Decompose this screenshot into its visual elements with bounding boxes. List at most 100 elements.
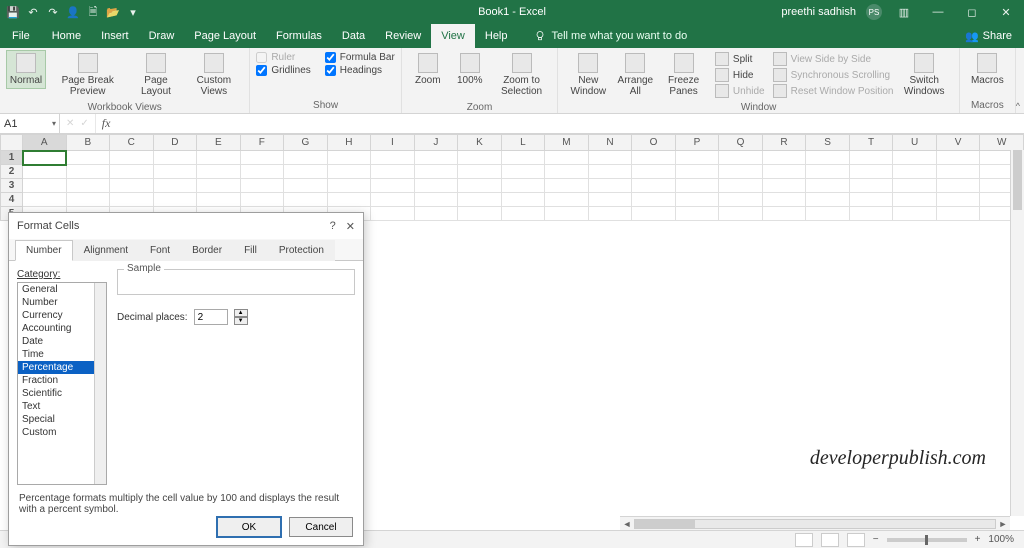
cell[interactable]: [675, 179, 719, 193]
zoom-out-icon[interactable]: −: [873, 534, 879, 545]
select-all-corner[interactable]: [1, 135, 23, 151]
column-header[interactable]: K: [458, 135, 502, 151]
decimal-spin-down[interactable]: ▼: [234, 317, 248, 325]
cell[interactable]: [588, 179, 632, 193]
open-icon[interactable]: 📂: [106, 5, 120, 19]
scrollbar-thumb[interactable]: [635, 520, 695, 528]
cell[interactable]: [936, 207, 980, 221]
cell[interactable]: [371, 165, 415, 179]
cell[interactable]: [849, 165, 893, 179]
cell[interactable]: [284, 179, 328, 193]
cell[interactable]: [719, 151, 763, 165]
cell[interactable]: [806, 207, 850, 221]
menu-tab-insert[interactable]: Insert: [91, 24, 139, 48]
category-item[interactable]: General: [18, 283, 106, 296]
cell[interactable]: [414, 151, 458, 165]
cell[interactable]: [66, 165, 110, 179]
cell[interactable]: [588, 193, 632, 207]
cell[interactable]: [806, 193, 850, 207]
cell[interactable]: [762, 165, 806, 179]
vertical-scrollbar[interactable]: [1010, 150, 1024, 516]
category-item[interactable]: Text: [18, 400, 106, 413]
dialog-close-icon[interactable]: ✕: [346, 220, 355, 233]
category-item[interactable]: Scientific: [18, 387, 106, 400]
cell[interactable]: [66, 193, 110, 207]
cell[interactable]: [197, 193, 241, 207]
cell[interactable]: [327, 193, 371, 207]
formula-bar-checkbox[interactable]: Formula Bar: [325, 52, 395, 63]
dialog-tab-font[interactable]: Font: [139, 240, 181, 261]
cell[interactable]: [110, 151, 154, 165]
cell[interactable]: [719, 193, 763, 207]
category-item[interactable]: Date: [18, 335, 106, 348]
new-doc-icon[interactable]: 🗎: [86, 5, 100, 19]
page-break-shortcut[interactable]: [847, 533, 865, 547]
column-header[interactable]: Q: [719, 135, 763, 151]
menu-tab-draw[interactable]: Draw: [139, 24, 185, 48]
zoom-100-button[interactable]: 100%: [450, 50, 490, 89]
cell[interactable]: [458, 151, 502, 165]
cell[interactable]: [893, 151, 937, 165]
page-break-preview-button[interactable]: Page Break Preview: [48, 50, 127, 100]
share-button[interactable]: 👥 Share: [953, 24, 1024, 48]
cell[interactable]: [153, 165, 197, 179]
cell[interactable]: [675, 151, 719, 165]
cell[interactable]: [501, 179, 545, 193]
category-item[interactable]: Special: [18, 413, 106, 426]
column-header[interactable]: O: [632, 135, 676, 151]
dialog-tab-alignment[interactable]: Alignment: [73, 240, 139, 261]
row-header[interactable]: 1: [1, 151, 23, 165]
freeze-panes-button[interactable]: Freeze Panes: [658, 50, 709, 100]
dialog-title-bar[interactable]: Format Cells ? ✕: [9, 213, 363, 239]
cell[interactable]: [936, 193, 980, 207]
category-item[interactable]: Percentage: [18, 361, 106, 374]
category-item[interactable]: Fraction: [18, 374, 106, 387]
cell[interactable]: [458, 179, 502, 193]
zoom-slider[interactable]: [887, 538, 967, 542]
cell[interactable]: [545, 179, 589, 193]
cell[interactable]: [153, 193, 197, 207]
category-item[interactable]: Number: [18, 296, 106, 309]
column-header[interactable]: T: [849, 135, 893, 151]
zoom-in-icon[interactable]: +: [975, 534, 981, 545]
cell[interactable]: [719, 179, 763, 193]
category-item[interactable]: Accounting: [18, 322, 106, 335]
minimize-icon[interactable]: —: [926, 0, 950, 24]
cell[interactable]: [414, 207, 458, 221]
cell[interactable]: [197, 179, 241, 193]
cell[interactable]: [719, 165, 763, 179]
cell[interactable]: [371, 207, 415, 221]
menu-tab-data[interactable]: Data: [332, 24, 375, 48]
new-window-button[interactable]: New Window: [564, 50, 612, 100]
cell[interactable]: [501, 207, 545, 221]
category-item[interactable]: Currency: [18, 309, 106, 322]
zoom-handle[interactable]: [925, 535, 928, 545]
cell[interactable]: [501, 151, 545, 165]
cell[interactable]: [936, 165, 980, 179]
column-header[interactable]: I: [371, 135, 415, 151]
cell[interactable]: [153, 151, 197, 165]
scroll-left-icon[interactable]: ◄: [620, 519, 634, 529]
column-header[interactable]: L: [501, 135, 545, 151]
name-box[interactable]: A1▾: [0, 114, 60, 133]
row-header[interactable]: 4: [1, 193, 23, 207]
column-header[interactable]: F: [240, 135, 284, 151]
cell[interactable]: [675, 207, 719, 221]
qat-dropdown-icon[interactable]: ▾: [126, 5, 140, 19]
formula-bar-input[interactable]: [116, 114, 1024, 133]
account-avatar[interactable]: PS: [866, 4, 882, 20]
menu-tab-formulas[interactable]: Formulas: [266, 24, 332, 48]
cell[interactable]: [675, 193, 719, 207]
dialog-tab-fill[interactable]: Fill: [233, 240, 268, 261]
cell[interactable]: [327, 179, 371, 193]
column-header[interactable]: E: [197, 135, 241, 151]
column-header[interactable]: G: [284, 135, 328, 151]
horizontal-scrollbar[interactable]: ◄ ►: [620, 516, 1010, 530]
scrollbar-thumb[interactable]: [1013, 150, 1022, 210]
fx-icon[interactable]: fx: [96, 114, 117, 133]
cell[interactable]: [23, 193, 67, 207]
cell[interactable]: [153, 179, 197, 193]
cell[interactable]: [588, 207, 632, 221]
decimal-spin-up[interactable]: ▲: [234, 309, 248, 317]
cell[interactable]: [936, 151, 980, 165]
